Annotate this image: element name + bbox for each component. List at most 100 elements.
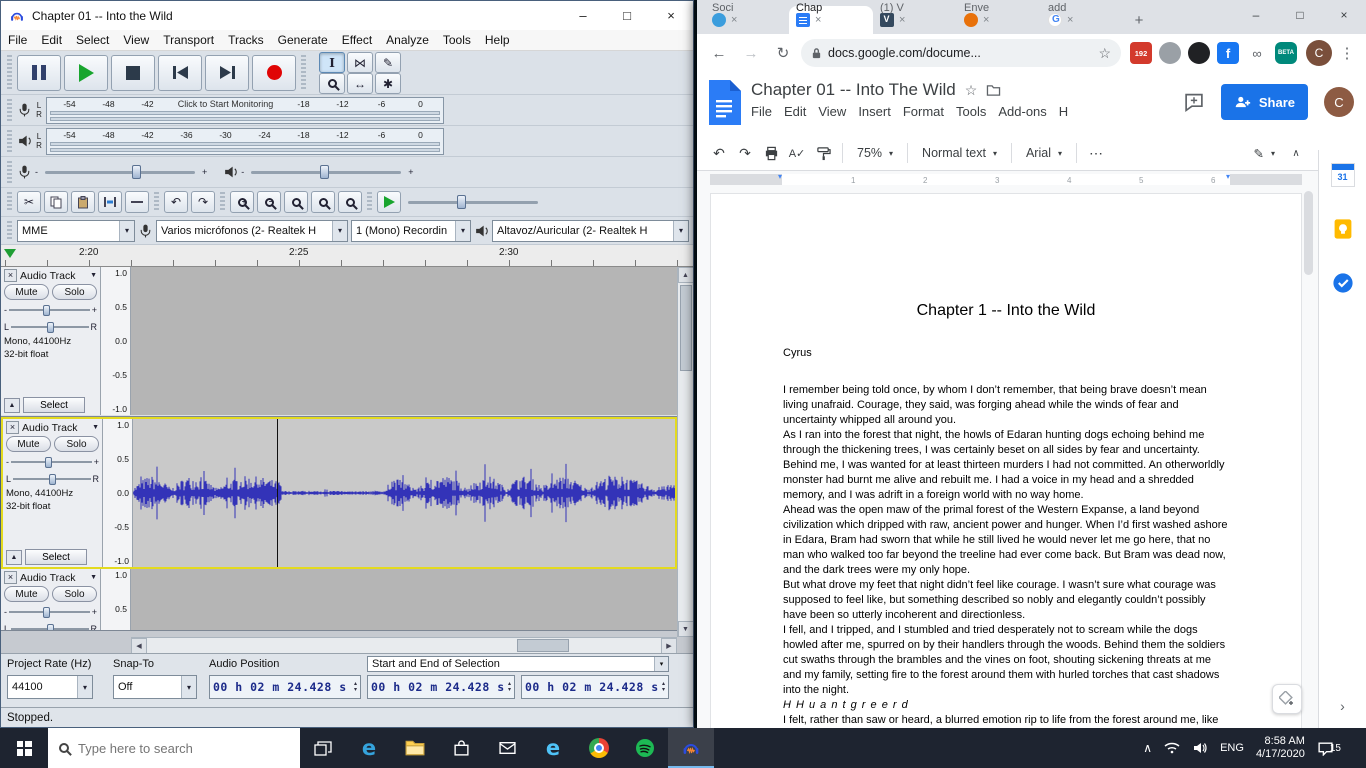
slider-thumb[interactable] [44, 456, 52, 468]
docs-menu-file[interactable]: File [745, 101, 778, 122]
document-title[interactable]: Chapter 01 -- Into The Wild [751, 80, 956, 100]
track-title[interactable]: Audio Track [20, 270, 87, 282]
taskbar-store-icon[interactable] [438, 728, 484, 768]
paste-button[interactable] [71, 191, 95, 213]
track-collapse-button[interactable]: ▲ [6, 549, 22, 565]
move-folder-icon[interactable] [986, 84, 1001, 97]
audacity-maximize-button[interactable]: □ [605, 1, 649, 30]
slider-thumb[interactable] [457, 195, 467, 209]
slider-thumb[interactable] [42, 606, 50, 618]
toolbar-grip[interactable] [7, 99, 12, 121]
docs-menu-format[interactable]: Format [897, 101, 950, 122]
audio-track-3[interactable]: × Audio Track ▼ Mute Solo -+ LR Mono, 44… [1, 569, 677, 631]
track-gain-slider[interactable]: - + [4, 604, 97, 619]
toolbar-grip[interactable] [7, 130, 12, 152]
menu-item-generate[interactable]: Generate [271, 31, 335, 49]
stop-button[interactable] [111, 54, 155, 91]
envelope-tool-button[interactable]: ⋈ [347, 52, 373, 73]
multi-tool-button[interactable]: ✱ [375, 73, 401, 94]
url-text[interactable]: docs.google.com/docume... [828, 46, 1092, 60]
taskbar-chrome-icon[interactable] [576, 728, 622, 768]
document-paragraph[interactable]: But what drove my feet that night didn’t… [783, 578, 1229, 623]
silence-audio-button[interactable] [125, 191, 149, 213]
zoom-out-button[interactable]: − [257, 191, 281, 213]
slider-thumb[interactable] [42, 304, 50, 316]
selection-tool-button[interactable]: I [319, 52, 345, 73]
reload-button[interactable]: ↻ [769, 39, 797, 67]
scrollbar-thumb[interactable] [517, 639, 570, 652]
track-menu-icon[interactable]: ▼ [90, 272, 97, 279]
track-select-button[interactable]: Select [23, 397, 85, 413]
action-center-icon[interactable]: 15 [1317, 741, 1341, 756]
scroll-right-icon[interactable]: ▶ [661, 637, 677, 653]
skip-to-start-button[interactable] [158, 54, 202, 91]
menu-item-effect[interactable]: Effect [335, 31, 379, 49]
taskbar-audacity-icon[interactable] [668, 728, 714, 768]
playback-speed-slider[interactable] [408, 194, 538, 210]
timeshift-tool-button[interactable]: ↔ [347, 73, 373, 94]
docs-menu-tools[interactable]: Tools [950, 101, 992, 122]
extension-icon[interactable] [1159, 42, 1181, 64]
menu-item-select[interactable]: Select [69, 31, 116, 49]
audacity-minimize-button[interactable]: – [561, 1, 605, 30]
zoom-select[interactable]: 75% ▾ [850, 141, 900, 165]
document-paragraph[interactable]: I felt, rather than saw or heard, a blur… [783, 713, 1229, 728]
toolbar-grip[interactable] [301, 55, 306, 90]
docs-menu-help[interactable]: H [1053, 101, 1074, 122]
audacity-close-button[interactable]: × [649, 1, 693, 30]
hide-menus-button[interactable]: ∧ [1284, 141, 1308, 165]
taskbar-mail-icon[interactable] [484, 728, 530, 768]
taskbar-file-explorer-icon[interactable] [392, 728, 438, 768]
copy-button[interactable] [44, 191, 68, 213]
cut-button[interactable]: ✂ [17, 191, 41, 213]
track-menu-icon[interactable]: ▼ [92, 424, 99, 431]
play-at-speed-button[interactable] [377, 191, 401, 213]
slider-thumb[interactable] [47, 321, 55, 333]
taskbar-clock[interactable]: 8:58 AM 4/17/2020 [1256, 735, 1305, 761]
task-view-button[interactable] [300, 728, 346, 768]
tab-close-icon[interactable]: × [983, 14, 989, 26]
menu-item-transport[interactable]: Transport [156, 31, 221, 49]
track-solo-button[interactable]: Solo [52, 586, 97, 602]
docs-menu-edit[interactable]: Edit [778, 101, 812, 122]
selection-start-field[interactable]: 00 h 02 m 24.428 s ▴ ▾ [367, 675, 515, 699]
document-byline[interactable]: Cyrus [783, 346, 1229, 361]
tab-close-icon[interactable]: × [1067, 14, 1073, 26]
track-pan-slider[interactable]: LR [6, 471, 99, 486]
docs-ruler[interactable]: ▾ ▾ 1 2 3 4 5 6 [697, 171, 1366, 187]
draw-tool-button[interactable]: ✎ [375, 52, 401, 73]
slider-thumb[interactable] [47, 623, 55, 630]
share-button[interactable]: Share [1220, 84, 1308, 120]
tasks-icon[interactable] [1331, 271, 1355, 295]
track-mute-button[interactable]: Mute [4, 284, 49, 300]
audio-host-select[interactable]: MME ▾ [17, 219, 135, 242]
audio-track-2-selected[interactable]: × Audio Track ▼ Mute Solo - + LR Mono, 44… [1, 417, 677, 569]
menu-item-help[interactable]: Help [478, 31, 517, 49]
audacity-titlebar[interactable]: Chapter 01 -- Into the Wild – □ × [1, 1, 693, 30]
taskbar-internet-explorer-icon[interactable]: e [530, 728, 576, 768]
track-pan-slider[interactable]: LR [4, 621, 97, 630]
search-input[interactable] [78, 740, 268, 756]
track-close-button[interactable]: × [4, 571, 17, 584]
address-bar[interactable]: docs.google.com/docume... ☆ [801, 39, 1121, 67]
audio-position-field[interactable]: 00 h 02 m 24.428 s ▴ ▾ [209, 675, 361, 699]
spinner-icons[interactable]: ▴ ▾ [659, 681, 665, 693]
tab-close-icon[interactable]: × [899, 14, 905, 26]
account-avatar[interactable]: C [1324, 87, 1354, 117]
document-paragraph[interactable]: I fell, and I tripped, and I stumbled an… [783, 623, 1229, 698]
taskbar-edge-icon[interactable]: e [346, 728, 392, 768]
browser-menu-icon[interactable]: ⋮ [1336, 44, 1358, 62]
track-solo-button[interactable]: Solo [54, 436, 99, 452]
start-button[interactable] [0, 728, 48, 768]
redo-button[interactable]: ↷ [733, 141, 757, 165]
toolbar-grip[interactable] [7, 55, 12, 90]
track-menu-icon[interactable]: ▼ [90, 574, 97, 581]
toolbar-grip[interactable] [154, 192, 159, 212]
chrome-maximize-button[interactable]: □ [1278, 0, 1322, 30]
playback-meter[interactable]: -54 -48 -42 -36 -30 -24 -18 -12 -6 0 [46, 127, 444, 155]
back-button[interactable]: ← [705, 39, 733, 67]
tab-close-icon[interactable]: × [815, 14, 821, 26]
new-tab-button[interactable]: + [1125, 6, 1153, 34]
menu-item-tracks[interactable]: Tracks [221, 31, 271, 49]
toolbar-grip[interactable] [7, 221, 12, 240]
